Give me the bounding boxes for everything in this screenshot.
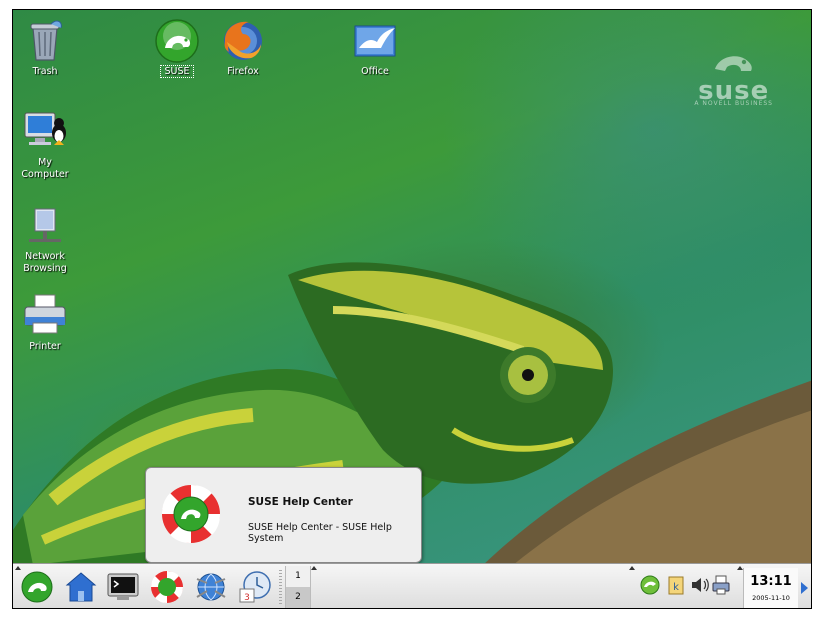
clock-time: 13:11 bbox=[750, 574, 792, 589]
help-center-notification[interactable]: SUSE Help Center SUSE Help Center - SUSE… bbox=[145, 467, 422, 563]
desktop-icon-label: Network Browsing bbox=[23, 251, 67, 274]
zen-updater-icon[interactable] bbox=[639, 574, 661, 596]
desktop-pager[interactable]: 1 2 bbox=[285, 566, 311, 608]
desktop-icon-label: Printer bbox=[29, 341, 61, 352]
office-icon bbox=[351, 18, 399, 64]
home-icon[interactable] bbox=[63, 569, 99, 605]
firefox-icon bbox=[219, 18, 267, 64]
suse-menu-icon[interactable] bbox=[19, 569, 55, 605]
clock-date: 2005-11-10 bbox=[752, 594, 790, 602]
trash-icon bbox=[21, 18, 69, 64]
svg-text:k: k bbox=[673, 582, 679, 593]
desktop-icon-suse[interactable]: SUSE bbox=[141, 18, 213, 78]
terminal-icon[interactable] bbox=[105, 569, 141, 605]
desktop-icon-label: Office bbox=[361, 66, 389, 77]
desktop-icon-network-browsing[interactable]: Network Browsing bbox=[13, 203, 81, 275]
desktop-icon-printer[interactable]: Printer bbox=[13, 293, 81, 353]
desktop-icon-firefox[interactable]: Firefox bbox=[207, 18, 279, 78]
help-center-icon[interactable] bbox=[149, 569, 185, 605]
desktop-icon-my-computer[interactable]: My Computer bbox=[13, 109, 81, 181]
desktop-icon-label: Trash bbox=[32, 66, 58, 77]
gecko-logo-icon bbox=[714, 56, 752, 71]
desktop-icon-label: My Computer bbox=[21, 157, 69, 180]
printer-icon bbox=[21, 293, 69, 339]
network-icon bbox=[21, 203, 69, 249]
network-globe-icon[interactable] bbox=[193, 569, 229, 605]
calendar-icon[interactable]: 3 bbox=[237, 569, 273, 605]
panel-clock[interactable]: 13:11 2005-11-10 bbox=[743, 568, 798, 608]
suse-wallpaper-logo-subtext: A NOVELL BUSINESS bbox=[694, 100, 773, 107]
printer-tray-icon[interactable] bbox=[711, 574, 733, 596]
desktop-screen: suse A NOVELL BUSINESS Trash SUSE Firefo… bbox=[12, 9, 812, 609]
suse-wallpaper-logo-text: suse bbox=[698, 76, 770, 106]
computer-icon bbox=[21, 109, 69, 155]
notification-title: SUSE Help Center bbox=[248, 496, 353, 508]
volume-icon[interactable] bbox=[689, 574, 711, 596]
help-lifebuoy-icon bbox=[160, 483, 222, 545]
system-tray: k bbox=[633, 568, 733, 608]
notification-description: SUSE Help Center - SUSE Help System bbox=[248, 522, 392, 544]
suse-wallpaper-logo: suse A NOVELL BUSINESS bbox=[694, 50, 773, 107]
kde-panel: 3 1 2 k 13:11 2005-11-10 bbox=[13, 563, 811, 608]
taskbar-arrow-icon[interactable] bbox=[311, 566, 317, 570]
desktop-icon-office[interactable]: Office bbox=[339, 18, 411, 78]
klipper-icon[interactable]: k bbox=[665, 574, 687, 596]
panel-grip[interactable] bbox=[279, 570, 282, 606]
panel-scroll-right-icon[interactable] bbox=[801, 582, 808, 594]
svg-text:3: 3 bbox=[244, 593, 250, 603]
desktop-icon-trash[interactable]: Trash bbox=[13, 18, 81, 78]
pager-desktop-2[interactable]: 2 bbox=[286, 587, 310, 608]
desktop-icon-label: Firefox bbox=[227, 66, 259, 77]
desktop-icon-label: SUSE bbox=[160, 65, 194, 78]
pager-desktop-1[interactable]: 1 bbox=[286, 566, 310, 587]
suse-gecko-icon bbox=[153, 18, 201, 64]
